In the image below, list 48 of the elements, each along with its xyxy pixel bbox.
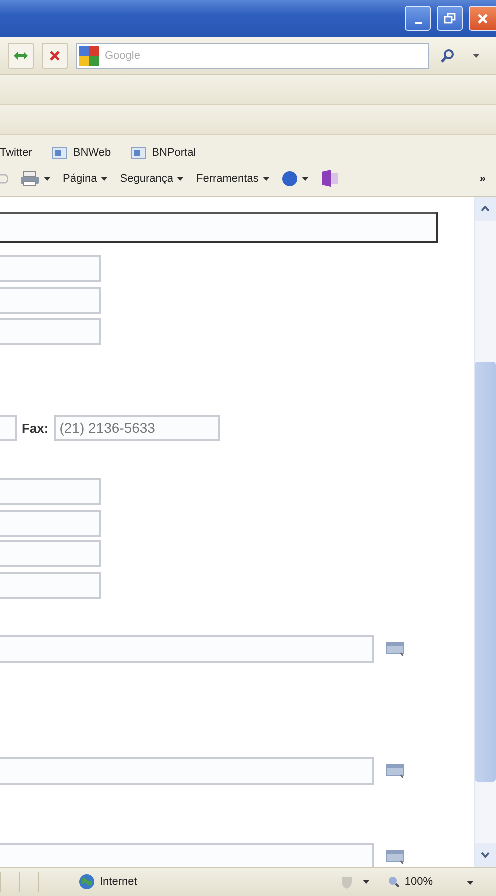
close-icon <box>49 50 61 62</box>
google-icon <box>79 46 99 66</box>
field-label: Fax: <box>22 420 49 436</box>
favorite-link[interactable]: BNWeb <box>73 147 112 159</box>
caret-icon[interactable] <box>467 881 474 885</box>
close-icon <box>477 12 489 24</box>
zoom-level[interactable]: 100% <box>404 876 433 888</box>
scroll-down-button[interactable] <box>475 843 496 867</box>
favorite-link[interactable]: BNPortal <box>152 147 196 159</box>
favorite-link[interactable]: Twitter <box>0 147 32 159</box>
stop-button[interactable] <box>42 42 68 68</box>
scroll-bar[interactable] <box>474 197 496 867</box>
window-icon[interactable] <box>386 763 405 779</box>
text-field[interactable] <box>0 212 438 243</box>
caret-icon[interactable] <box>177 176 184 180</box>
caret-icon[interactable] <box>44 176 51 180</box>
chevron-up-icon <box>481 206 490 212</box>
caret-icon[interactable] <box>262 176 270 180</box>
restore-button[interactable] <box>437 6 463 31</box>
minimize-icon <box>414 22 422 24</box>
globe-icon <box>79 874 95 890</box>
window-icon[interactable] <box>386 641 405 657</box>
fax-field[interactable]: (21) 2136-5633 <box>54 415 220 441</box>
zone-label: Internet <box>100 876 138 888</box>
menu-button[interactable]: Página <box>63 172 108 184</box>
caret-icon[interactable] <box>362 880 370 884</box>
overflow-button[interactable]: » <box>480 172 486 184</box>
menu-button[interactable]: Ferramentas <box>196 172 270 184</box>
phone-field[interactable] <box>0 415 17 441</box>
window-icon[interactable] <box>386 849 405 865</box>
caret-icon[interactable] <box>473 54 480 58</box>
refresh-button[interactable] <box>8 42 34 68</box>
scroll-thumb[interactable] <box>475 362 496 782</box>
caret-icon[interactable] <box>101 176 108 180</box>
page-icon <box>131 146 148 160</box>
scroll-up-button[interactable] <box>475 197 496 221</box>
menu-button[interactable]: Segurança <box>120 172 184 184</box>
search-field[interactable]: Google <box>76 42 429 68</box>
caret-icon[interactable] <box>302 176 309 180</box>
chevron-down-icon <box>481 852 490 858</box>
arrows-icon <box>13 50 29 62</box>
restore-icon <box>444 12 456 24</box>
page-icon <box>52 146 68 160</box>
note-icon[interactable] <box>320 170 339 187</box>
minimize-button[interactable] <box>405 6 431 31</box>
close-button[interactable] <box>469 6 496 31</box>
magnifier-icon <box>388 876 400 888</box>
help-icon[interactable] <box>282 170 298 186</box>
